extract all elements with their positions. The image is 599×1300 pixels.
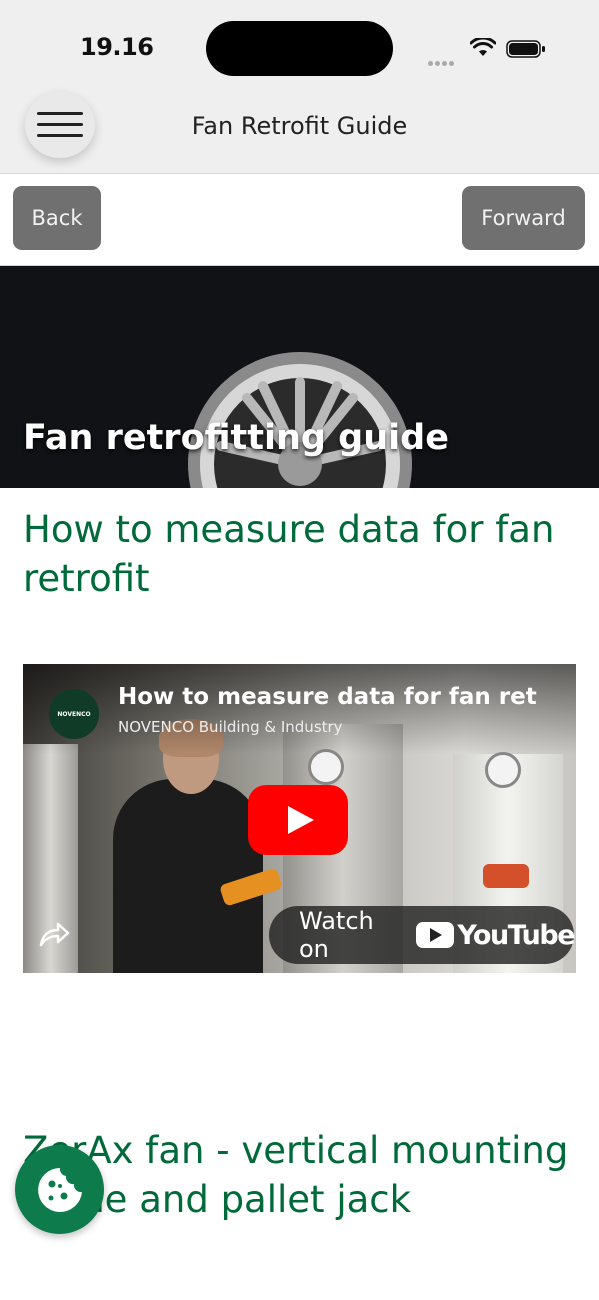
back-button[interactable]: Back	[13, 186, 101, 250]
video-channel: NOVENCO Building & Industry	[118, 718, 343, 736]
hero-title: Fan retrofitting guide	[23, 418, 449, 458]
watch-on-youtube-button[interactable]: Watch on YouTube	[269, 906, 575, 964]
battery-icon	[506, 40, 545, 58]
channel-logo[interactable]: NOVENCO	[49, 689, 99, 739]
cookie-settings-button[interactable]	[15, 1145, 104, 1234]
person-image	[113, 779, 263, 973]
play-button[interactable]	[248, 785, 348, 855]
cookie-icon	[37, 1167, 82, 1212]
video-title[interactable]: How to measure data for fan ret	[118, 684, 538, 710]
signal-icon	[428, 51, 456, 70]
section-heading: ZerAx fan - vertical mounting crane and …	[23, 1129, 569, 1221]
gauge-image	[308, 749, 344, 785]
section-heading: How to measure data for fan retrofit	[23, 508, 555, 600]
app-header: Fan Retrofit Guide	[0, 92, 599, 174]
video-embed[interactable]: NOVENCO How to measure data for fan ret …	[23, 664, 576, 973]
wifi-icon	[470, 38, 496, 56]
navigation-bar: Back Forward	[0, 174, 599, 266]
app-title: Fan Retrofit Guide	[191, 112, 408, 140]
dynamic-island	[206, 21, 393, 76]
valve-image	[483, 864, 529, 888]
watch-on-label: Watch on	[299, 907, 374, 963]
share-icon[interactable]	[37, 919, 71, 949]
status-bar: 19.16	[0, 0, 599, 92]
gauge-image	[485, 752, 521, 788]
fan-image	[188, 352, 412, 488]
hero-banner: Fan retrofitting guide	[0, 266, 599, 488]
youtube-logo: YouTube	[416, 919, 575, 951]
status-time: 19.16	[80, 33, 154, 61]
youtube-wordmark: YouTube	[457, 919, 575, 951]
forward-button[interactable]: Forward	[462, 186, 585, 250]
youtube-icon	[416, 922, 455, 948]
